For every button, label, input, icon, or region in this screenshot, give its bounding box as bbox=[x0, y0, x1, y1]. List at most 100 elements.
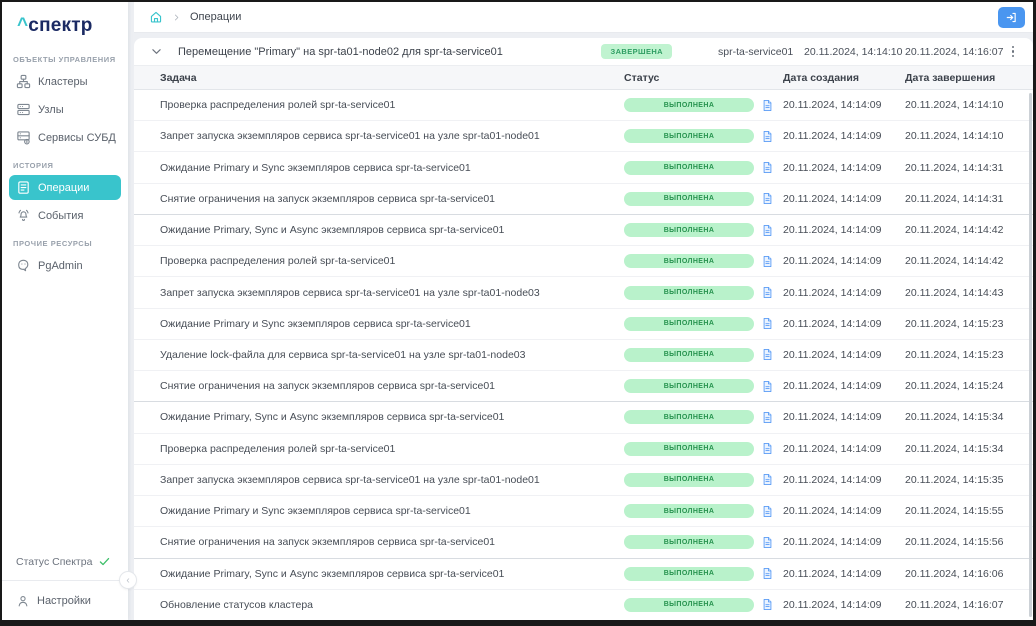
created-cell: 20.11.2024, 14:14:09 bbox=[783, 349, 905, 361]
status-cell: ВЫПОЛНЕНА bbox=[624, 129, 759, 143]
ic-clusters-icon bbox=[16, 74, 31, 89]
table-row[interactable]: Ожидание Primary и Sync экземпляров серв… bbox=[134, 496, 1033, 527]
log-cell bbox=[759, 380, 783, 393]
vertical-scrollbar[interactable] bbox=[1029, 93, 1032, 617]
ic-dbms-icon bbox=[16, 130, 31, 145]
log-cell bbox=[759, 224, 783, 237]
log-cell bbox=[759, 161, 783, 174]
document-log-icon[interactable] bbox=[761, 567, 774, 580]
task-cell: Ожидание Primary, Sync и Async экземпляр… bbox=[134, 411, 624, 423]
task-cell: Запрет запуска экземпляров сервиса spr-t… bbox=[134, 130, 624, 142]
document-log-icon[interactable] bbox=[761, 598, 774, 611]
finished-cell: 20.11.2024, 14:15:23 bbox=[905, 349, 1033, 361]
operation-created: 20.11.2024, 14:14:10 bbox=[804, 46, 883, 58]
status-cell: ВЫПОЛНЕНА bbox=[624, 598, 759, 612]
status-cell: ВЫПОЛНЕНА bbox=[624, 442, 759, 456]
ic-events-icon bbox=[16, 208, 31, 223]
logout-button[interactable] bbox=[998, 7, 1025, 28]
document-log-icon[interactable] bbox=[761, 536, 774, 549]
finished-cell: 20.11.2024, 14:15:34 bbox=[905, 443, 1033, 455]
nav-section: ИСТОРИЯ Операции События bbox=[9, 153, 121, 228]
status-cell: ВЫПОЛНЕНА bbox=[624, 286, 759, 300]
task-cell: Ожидание Primary и Sync экземпляров серв… bbox=[134, 318, 624, 330]
task-cell: Снятие ограничения на запуск экземпляров… bbox=[134, 380, 624, 392]
sidebar-item-clusters[interactable]: Кластеры bbox=[9, 69, 121, 94]
table-row[interactable]: Снятие ограничения на запуск экземпляров… bbox=[134, 184, 1033, 215]
table-row[interactable]: Снятие ограничения на запуск экземпляров… bbox=[134, 527, 1033, 558]
operation-summary-row[interactable]: Перемещение "Primary" на spr-ta01-node02… bbox=[134, 38, 1033, 65]
status-cell: ВЫПОЛНЕНА bbox=[624, 410, 759, 424]
document-log-icon[interactable] bbox=[761, 286, 774, 299]
document-log-icon[interactable] bbox=[761, 473, 774, 486]
operations-card: Перемещение "Primary" на spr-ta01-node02… bbox=[134, 38, 1033, 620]
log-cell bbox=[759, 317, 783, 330]
status-badge: ВЫПОЛНЕНА bbox=[624, 504, 754, 518]
document-log-icon[interactable] bbox=[761, 505, 774, 518]
status-badge: ВЫПОЛНЕНА bbox=[624, 129, 754, 143]
chevron-down-icon bbox=[150, 45, 163, 58]
nav-section-label: ИСТОРИЯ bbox=[9, 153, 121, 175]
document-log-icon[interactable] bbox=[761, 130, 774, 143]
app-logo: ^спектр bbox=[2, 2, 128, 45]
table-row[interactable]: Обновление статусов кластера ВЫПОЛНЕНА 2… bbox=[134, 590, 1033, 620]
table-row[interactable]: Ожидание Primary, Sync и Async экземпляр… bbox=[134, 215, 1033, 246]
task-cell: Снятие ограничения на запуск экземпляров… bbox=[134, 193, 624, 205]
status-badge: ВЫПОЛНЕНА bbox=[624, 348, 754, 362]
document-log-icon[interactable] bbox=[761, 442, 774, 455]
table-row[interactable]: Ожидание Primary и Sync экземпляров серв… bbox=[134, 309, 1033, 340]
log-cell bbox=[759, 192, 783, 205]
document-log-icon[interactable] bbox=[761, 161, 774, 174]
document-log-icon[interactable] bbox=[761, 255, 774, 268]
table-row[interactable]: Проверка распределения ролей spr-ta-serv… bbox=[134, 434, 1033, 465]
sidebar-item-label: События bbox=[38, 210, 83, 222]
table-row[interactable]: Запрет запуска экземпляров сервиса spr-t… bbox=[134, 465, 1033, 496]
document-log-icon[interactable] bbox=[761, 99, 774, 112]
sidebar-collapse-button[interactable]: ‹ bbox=[119, 571, 137, 589]
home-icon[interactable] bbox=[149, 10, 163, 24]
breadcrumb-current[interactable]: Операции bbox=[190, 11, 241, 23]
finished-cell: 20.11.2024, 14:14:42 bbox=[905, 255, 1033, 267]
sidebar-item-nodes[interactable]: Узлы bbox=[9, 97, 121, 122]
table-row[interactable]: Проверка распределения ролей spr-ta-serv… bbox=[134, 90, 1033, 121]
document-log-icon[interactable] bbox=[761, 192, 774, 205]
main-area: Операции Перемещение "Primary" на spr-ta… bbox=[128, 2, 1033, 620]
table-row[interactable]: Снятие ограничения на запуск экземпляров… bbox=[134, 371, 1033, 402]
operation-collapse-toggle[interactable] bbox=[134, 45, 178, 58]
task-cell: Ожидание Primary, Sync и Async экземпляр… bbox=[134, 224, 624, 236]
table-row[interactable]: Запрет запуска экземпляров сервиса spr-t… bbox=[134, 277, 1033, 308]
operation-finished: 20.11.2024, 14:16:07 bbox=[905, 46, 984, 58]
table-row[interactable]: Удаление lock-файла для сервиса spr-ta-s… bbox=[134, 340, 1033, 371]
task-cell: Проверка распределения ролей spr-ta-serv… bbox=[134, 99, 624, 111]
finished-cell: 20.11.2024, 14:14:42 bbox=[905, 224, 1033, 236]
finished-cell: 20.11.2024, 14:14:10 bbox=[905, 130, 1033, 142]
task-cell: Проверка распределения ролей spr-ta-serv… bbox=[134, 255, 624, 267]
settings-label: Настройки bbox=[37, 595, 91, 607]
sidebar-item-events[interactable]: События bbox=[9, 203, 121, 228]
sidebar-item-dbms-services[interactable]: Сервисы СУБД bbox=[9, 125, 121, 150]
created-cell: 20.11.2024, 14:14:09 bbox=[783, 162, 905, 174]
created-cell: 20.11.2024, 14:14:09 bbox=[783, 193, 905, 205]
sidebar-item-settings[interactable]: Настройки bbox=[2, 581, 128, 610]
spektr-status[interactable]: Статус Спектра bbox=[2, 549, 128, 580]
table-row[interactable]: Проверка распределения ролей spr-ta-serv… bbox=[134, 246, 1033, 277]
document-log-icon[interactable] bbox=[761, 224, 774, 237]
kebab-menu-icon[interactable] bbox=[1007, 44, 1019, 60]
status-ok-check-icon bbox=[98, 555, 111, 568]
table-row[interactable]: Ожидание Primary, Sync и Async экземпляр… bbox=[134, 559, 1033, 590]
status-badge: ВЫПОЛНЕНА bbox=[624, 317, 754, 331]
sidebar-item-operations[interactable]: Операции bbox=[9, 175, 121, 200]
created-cell: 20.11.2024, 14:14:09 bbox=[783, 443, 905, 455]
document-log-icon[interactable] bbox=[761, 348, 774, 361]
document-log-icon[interactable] bbox=[761, 411, 774, 424]
task-cell: Проверка распределения ролей spr-ta-serv… bbox=[134, 443, 624, 455]
task-cell: Ожидание Primary, Sync и Async экземпляр… bbox=[134, 568, 624, 580]
table-row[interactable]: Запрет запуска экземпляров сервиса spr-t… bbox=[134, 121, 1033, 152]
created-cell: 20.11.2024, 14:14:09 bbox=[783, 130, 905, 142]
table-row[interactable]: Ожидание Primary и Sync экземпляров серв… bbox=[134, 152, 1033, 183]
document-log-icon[interactable] bbox=[761, 317, 774, 330]
sidebar-item-pgadmin[interactable]: PgAdmin bbox=[9, 253, 121, 278]
document-log-icon[interactable] bbox=[761, 380, 774, 393]
status-badge: ВЫПОЛНЕНА bbox=[624, 410, 754, 424]
table-header: Задача Статус Дата создания Дата заверше… bbox=[134, 65, 1033, 90]
table-row[interactable]: Ожидание Primary, Sync и Async экземпляр… bbox=[134, 402, 1033, 433]
